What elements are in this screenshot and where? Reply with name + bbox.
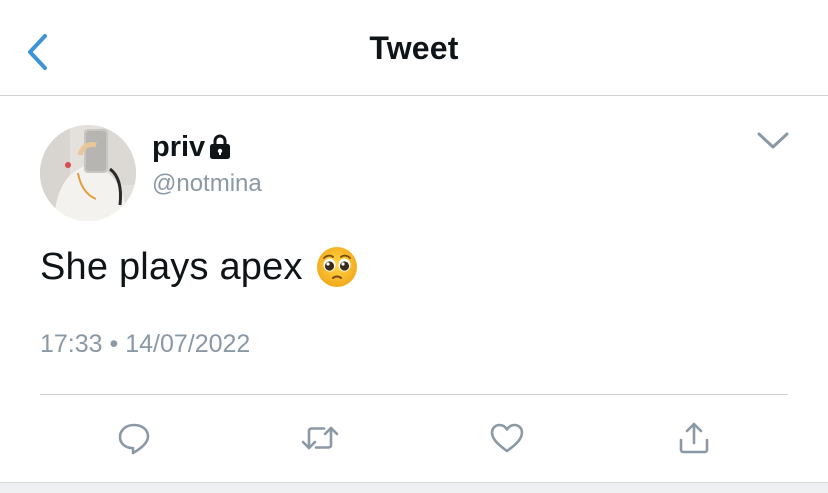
- avatar-photo: [40, 125, 136, 221]
- share-button[interactable]: [674, 418, 714, 458]
- tweet-menu-button[interactable]: [752, 124, 794, 158]
- user-handle[interactable]: @notmina: [152, 170, 262, 198]
- like-button[interactable]: [487, 418, 527, 458]
- tweet-text: She plays apex: [40, 245, 303, 288]
- share-icon: [679, 422, 709, 454]
- chevron-down-icon: [757, 132, 789, 149]
- pleading-face-emoji: [316, 247, 357, 287]
- tweet-timestamp[interactable]: 17:33 • 14/07/2022: [40, 330, 250, 359]
- page-title: Tweet: [369, 30, 459, 66]
- reply-icon: [118, 423, 150, 455]
- bottom-separator: [0, 482, 828, 493]
- retweet-button[interactable]: [300, 418, 340, 458]
- lock-icon: [210, 134, 231, 159]
- reply-button[interactable]: [114, 418, 154, 458]
- navigation-bar: Tweet: [0, 0, 828, 96]
- divider: [40, 394, 788, 395]
- retweet-icon: [301, 426, 339, 450]
- author-name-row[interactable]: priv: [152, 130, 232, 164]
- tweet-detail-screen: Tweet priv @notmina She plays apex 17:33…: [0, 0, 828, 493]
- heart-icon: [490, 423, 524, 453]
- tweet-text-row: She plays apex: [40, 240, 359, 294]
- display-name: priv: [152, 130, 206, 163]
- avatar[interactable]: [40, 125, 136, 221]
